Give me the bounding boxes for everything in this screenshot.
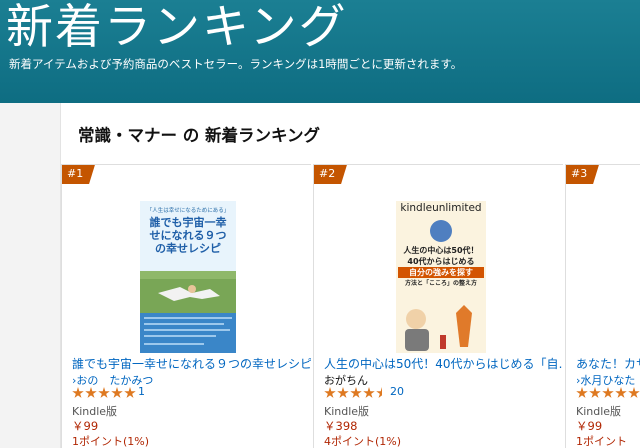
author-link[interactable]: ›水月ひなた xyxy=(576,372,635,388)
star-rating[interactable] xyxy=(324,387,389,401)
header-banner: 新着ランキング 新着アイテムおよび予約商品のベストセラー。ランキングは1時間ごと… xyxy=(0,0,640,103)
format-label: Kindle版 xyxy=(576,405,622,418)
cover-line: 40代からはじめる xyxy=(407,257,475,266)
star-icon xyxy=(324,387,336,398)
rank-badge: #1 xyxy=(62,165,96,184)
book-cover[interactable]: kindleunlimited 人生の中心は50代！ 40代からはじめる 自分の… xyxy=(396,201,486,353)
book-cover[interactable]: 「人生は幸せになるためにある」 誰でも宇宙一幸せになれる９つの幸せレシピ xyxy=(140,201,236,353)
star-rating[interactable] xyxy=(72,387,137,401)
price: ￥99 xyxy=(72,419,99,433)
review-count-link[interactable]: 20 xyxy=(390,385,404,398)
cover-line: 方法と「こころ」の整え方 xyxy=(404,280,477,287)
section-title: 常識・マナー の 新着ランキング xyxy=(78,126,320,145)
cover-text-block: 人生の中心は50代！ 40代からはじめる 自分の強みを探す 方法と「こころ」の整… xyxy=(398,245,484,289)
price: ￥99 xyxy=(576,419,603,433)
review-count-link[interactable]: 1 xyxy=(138,385,145,398)
ranking-card[interactable]: #1 「人生は幸せになるためにある」 誰でも宇宙一幸せになれる９つの幸せレシピ xyxy=(61,164,311,448)
star-icon xyxy=(363,387,375,398)
rank-badge: #2 xyxy=(314,165,348,184)
author-name: おがちん xyxy=(324,374,368,387)
star-icon xyxy=(124,387,136,398)
star-icon xyxy=(576,387,588,398)
star-icon xyxy=(337,387,349,398)
cover-top-text: 「人生は幸せになるためにある」 xyxy=(146,208,230,214)
points: 1ポイント(1%) xyxy=(72,435,150,448)
star-rating[interactable] xyxy=(576,387,640,401)
format-label: Kindle版 xyxy=(72,405,118,418)
points: 1ポイント(1%) xyxy=(576,435,627,448)
cover-line: 人生の中心は50代！ xyxy=(403,246,479,255)
ranking-card[interactable]: #3 あなた！カサ ›水月ひなた Kindle版 ￥99 1ポイント(1%) xyxy=(565,164,640,448)
star-icon xyxy=(350,387,362,398)
cover-line: 自分の強みを探す xyxy=(398,267,484,278)
book-title-link[interactable]: 誰でも宇宙一幸せになれる９つの幸せレシピ xyxy=(72,355,311,372)
book-title-link[interactable]: 人生の中心は50代！40代からはじめる「自… xyxy=(324,355,563,372)
star-icon xyxy=(85,387,97,398)
points: 4ポイント(1%) xyxy=(324,435,402,448)
star-icon xyxy=(98,387,110,398)
rank-badge: #3 xyxy=(566,165,600,184)
star-icon xyxy=(589,387,601,398)
cover-title: 誰でも宇宙一幸せになれる９つの幸せレシピ xyxy=(149,216,227,255)
star-icon xyxy=(615,387,627,398)
page-title: 新着ランキング xyxy=(6,0,348,55)
page-subtitle: 新着アイテムおよび予約商品のベストセラー。ランキングは1時間ごとに更新されます。 xyxy=(9,57,463,71)
half-star-icon xyxy=(376,387,388,398)
star-icon xyxy=(111,387,123,398)
star-icon xyxy=(72,387,84,398)
star-icon xyxy=(628,387,640,398)
star-icon xyxy=(602,387,614,398)
book-title-link[interactable]: あなた！カサ xyxy=(576,355,640,372)
ranking-card[interactable]: #2 kindleunlimited 人生の中心は50代！ 40代からはじめる … xyxy=(313,164,563,448)
format-label: Kindle版 xyxy=(324,405,370,418)
price: ￥398 xyxy=(324,419,358,433)
